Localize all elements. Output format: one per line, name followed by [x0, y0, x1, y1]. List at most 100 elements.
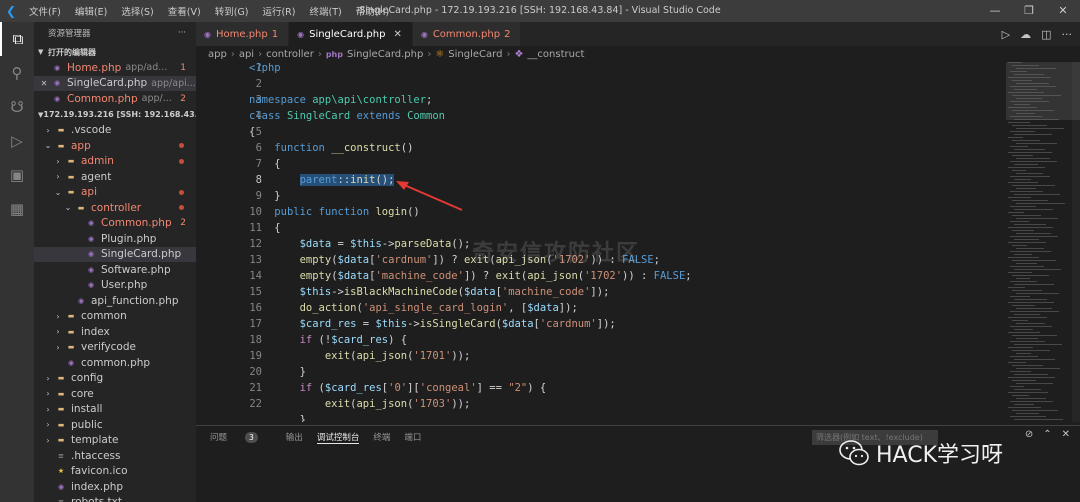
tree-file[interactable]: ◉ index.php — [34, 479, 196, 495]
minimap-line — [1016, 293, 1059, 294]
minimap-line — [1012, 185, 1055, 186]
tree-file[interactable]: ≡robots.txt — [34, 495, 196, 502]
chevron-right-icon: › — [506, 48, 511, 60]
extensions-icon[interactable]: ▦ — [0, 192, 34, 226]
close-icon[interactable]: ✕ — [1046, 0, 1080, 22]
tree-folder[interactable]: › ▬ public — [34, 417, 196, 433]
php-file-icon: ◉ — [420, 29, 428, 39]
tree-folder[interactable]: › ▬ .vscode — [34, 123, 196, 139]
tree-folder[interactable]: › ▬ config — [34, 371, 196, 387]
breadcrumb-app[interactable]: app — [208, 49, 227, 60]
tree-folder[interactable]: ⌄ ▬ controller — [34, 200, 196, 216]
remote-workspace-section[interactable]: ▼ 172.19.193.216 [SSH: 192.168.43.84] — [34, 107, 196, 123]
close-panel-icon[interactable]: ✕ — [1062, 429, 1070, 440]
folder-icon: ▬ — [57, 141, 65, 150]
open-editor-item[interactable]: ✕ ◉ SingleCard.php app/api... — [34, 75, 196, 91]
editor-tab[interactable]: ◉ SingleCard.php ✕ — [289, 22, 413, 46]
run-file-icon[interactable]: ▷ — [1002, 28, 1010, 41]
code-editor[interactable]: 1 2 3 4 5 6 7 8 9 10 11 12 13 14 15 16 17 18 19 20 21 22 <?ph… — [196, 62, 1006, 422]
open-editors-section[interactable]: ▼ 打开的编辑器 — [34, 44, 196, 60]
breadcrumb-api[interactable]: api — [239, 49, 254, 60]
search-icon[interactable]: ⚲ — [0, 56, 34, 90]
more-actions-icon[interactable]: ··· — [178, 28, 186, 38]
chevron-up-icon[interactable]: ⌃ — [1043, 429, 1051, 440]
tree-item-label: common — [81, 310, 127, 323]
panel-tab-ports[interactable]: 端口 — [404, 431, 421, 443]
watermark-brand: HACK学习呀 — [838, 437, 1003, 469]
minimap-line — [1010, 146, 1028, 147]
error-dot-icon — [179, 189, 184, 195]
tree-file[interactable]: ◉ Software.php — [34, 262, 196, 278]
tree-file[interactable]: ★ favicon.ico — [34, 464, 196, 480]
clear-console-icon[interactable]: ⊘ — [1025, 429, 1033, 440]
tree-file[interactable]: ◉ common.php — [34, 355, 196, 371]
minimap-slider[interactable] — [1006, 62, 1080, 120]
breadcrumb-method[interactable]: __construct — [527, 49, 584, 60]
tree-item-label: agent — [81, 170, 112, 183]
menu-go[interactable]: 转到(G) — [208, 4, 256, 18]
more-actions-icon[interactable]: ··· — [1062, 28, 1073, 41]
code-line: $card_res = $this->isSingleCard($data['c… — [299, 318, 616, 330]
tree-folder[interactable]: › ▬ agent — [34, 169, 196, 185]
open-editor-item[interactable]: ◉ Home.php app/ad... 1 — [34, 60, 196, 76]
menu-help[interactable]: 帮助(H) — [349, 4, 397, 18]
tree-folder[interactable]: › ▬ common — [34, 309, 196, 325]
menu-edit[interactable]: 编辑(E) — [68, 4, 114, 18]
minimap-line — [1014, 224, 1046, 225]
minimap-line — [1012, 215, 1041, 216]
breadcrumb-class[interactable]: SingleCard — [448, 49, 502, 60]
tree-file[interactable]: ◉ User.php — [34, 278, 196, 294]
minimap-line — [1016, 143, 1057, 144]
restore-icon[interactable]: ❐ — [1012, 0, 1046, 22]
tree-folder[interactable]: › ▬ admin — [34, 154, 196, 170]
run-debug-icon[interactable]: ▷ — [0, 124, 34, 158]
breadcrumb-controller[interactable]: controller — [266, 49, 314, 60]
panel-tab-output[interactable]: 输出 — [286, 431, 303, 443]
panel-tab-problems[interactable]: 问题 3 — [210, 431, 272, 443]
tree-file[interactable]: ≡ .htaccess — [34, 448, 196, 464]
minimap-line — [1016, 248, 1044, 249]
tree-file[interactable]: ◉ Common.php 2 — [34, 216, 196, 232]
minimap-line — [1016, 128, 1064, 129]
minimap-line — [1014, 179, 1031, 180]
php-file-icon: ◉ — [57, 482, 65, 491]
code-line: } — [249, 414, 306, 422]
remote-icon[interactable]: ☁ — [1020, 28, 1031, 41]
menu-terminal[interactable]: 终端(T) — [302, 4, 348, 18]
menu-selection[interactable]: 选择(S) — [114, 4, 160, 18]
menu-file[interactable]: 文件(F) — [22, 4, 68, 18]
source-control-icon[interactable]: ☋ — [0, 90, 34, 124]
close-tab-icon[interactable]: ✕ — [393, 29, 401, 40]
minimap-line — [1012, 140, 1040, 141]
tree-folder[interactable]: ⌄ ▬ app — [34, 138, 196, 154]
tree-item-label: .htaccess — [71, 449, 121, 462]
minimap-line — [1014, 419, 1063, 420]
open-editor-item[interactable]: ◉ Common.php app/... 2 — [34, 91, 196, 107]
minimap-line — [1008, 272, 1032, 273]
tree-file[interactable]: ◉ SingleCard.php — [34, 246, 196, 262]
tree-folder[interactable]: ⌄ ▬ api — [34, 185, 196, 201]
menu-view[interactable]: 查看(V) — [161, 4, 208, 18]
panel-tab-terminal[interactable]: 终端 — [373, 431, 390, 443]
explorer-title: 资源管理器 — [48, 29, 91, 39]
tree-item-label: verifycode — [81, 341, 136, 354]
close-icon[interactable]: ✕ — [38, 79, 50, 88]
remote-explorer-icon[interactable]: ▣ — [0, 158, 34, 192]
tree-folder[interactable]: › ▬ core — [34, 386, 196, 402]
tree-folder[interactable]: › ▬ template — [34, 433, 196, 449]
tree-folder[interactable]: › ▬ install — [34, 402, 196, 418]
tree-folder[interactable]: › ▬ index — [34, 324, 196, 340]
tree-folder[interactable]: › ▬ verifycode — [34, 340, 196, 356]
tree-file[interactable]: ◉ Plugin.php — [34, 231, 196, 247]
panel-tab-debug-console[interactable]: 调试控制台 — [316, 431, 360, 444]
tree-file[interactable]: ◉ api_function.php — [34, 293, 196, 309]
minimize-icon[interactable]: — — [978, 0, 1012, 22]
explorer-icon[interactable]: ⧉ — [0, 22, 34, 56]
editor-tab[interactable]: ◉ Common.php 2 — [412, 22, 522, 46]
open-editor-name: Home.php — [67, 61, 122, 74]
menu-run[interactable]: 运行(R) — [255, 4, 302, 18]
split-editor-icon[interactable]: ◫ — [1041, 28, 1051, 41]
minimap-line — [1008, 332, 1040, 333]
editor-tab[interactable]: ◉ Home.php 1 — [196, 22, 290, 46]
breadcrumb-file[interactable]: SingleCard.php — [347, 49, 423, 60]
